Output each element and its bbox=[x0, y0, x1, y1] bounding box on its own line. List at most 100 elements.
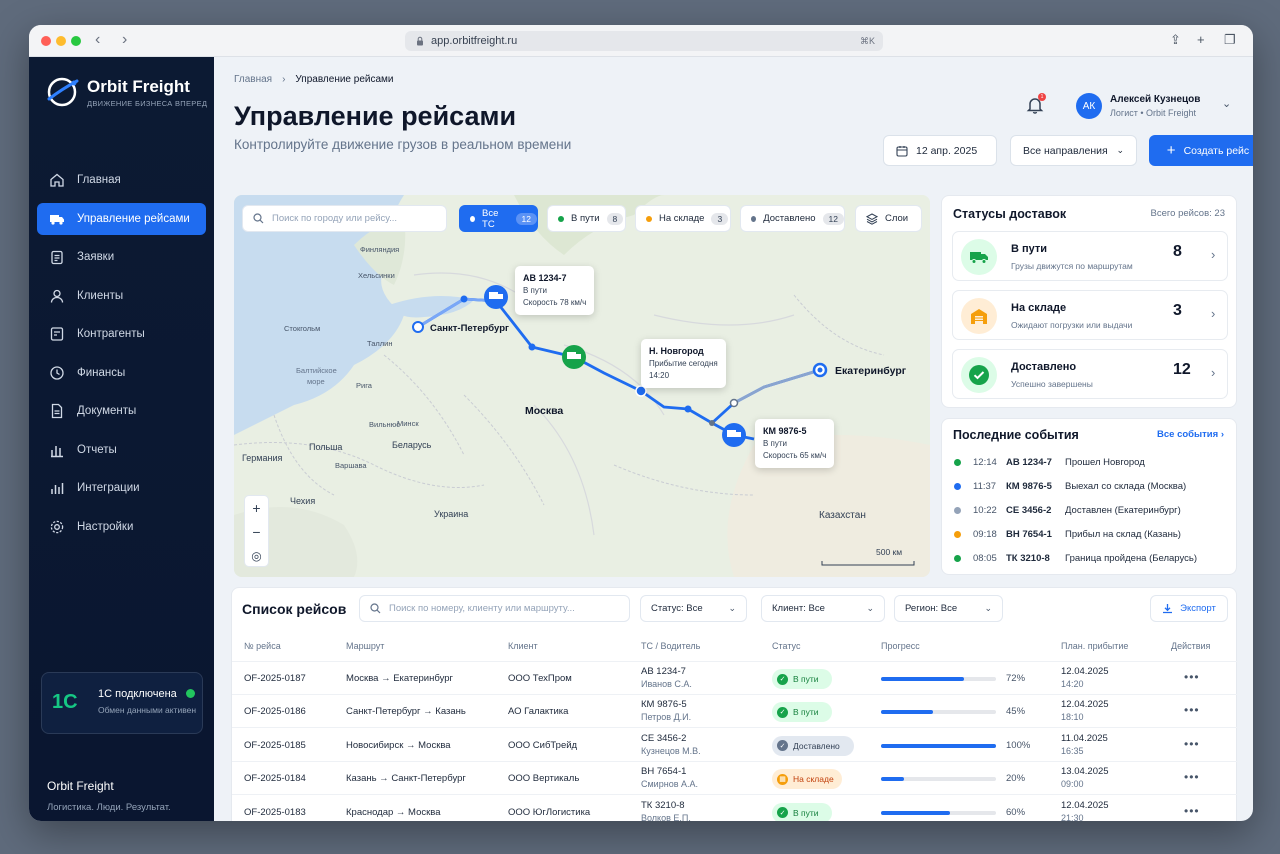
event-item[interactable]: 08:05 ТК 3210-8 Граница пройдена (Белару… bbox=[954, 551, 1197, 565]
popup-line: В пути bbox=[523, 286, 548, 295]
filter-all-vehicles[interactable]: Все ТС 12 bbox=[459, 205, 538, 232]
progress-label: 100% bbox=[1006, 739, 1031, 751]
progress-fill bbox=[881, 810, 950, 815]
new-tab-icon[interactable]: + bbox=[1197, 32, 1205, 47]
user-name[interactable]: Алексей Кузнецов bbox=[1110, 94, 1200, 105]
map-label-riga: Рига bbox=[356, 381, 372, 390]
trip-id[interactable]: OF-2025-0187 bbox=[244, 673, 306, 684]
contract-icon bbox=[50, 327, 64, 341]
sidebar-item-finance[interactable]: Финансы bbox=[37, 357, 206, 389]
map-panel[interactable]: Поиск по городу или рейсу... Все ТС 12 В… bbox=[234, 195, 930, 577]
sidebar-item-home[interactable]: Главная bbox=[37, 164, 206, 196]
event-item[interactable]: 09:18 ВН 7654-1 Прибыл на склад (Казань) bbox=[954, 527, 1181, 541]
event-text: Доставлен (Екатеринбург) bbox=[1065, 504, 1181, 516]
date-picker-button[interactable]: 12 апр. 2025 bbox=[883, 135, 997, 166]
column-header[interactable]: Клиент bbox=[508, 641, 538, 651]
breadcrumb-home[interactable]: Главная bbox=[234, 74, 272, 85]
column-header[interactable]: № рейса bbox=[244, 641, 281, 651]
sidebar-item-integrations[interactable]: Интеграции bbox=[37, 472, 206, 504]
forward-arrow-icon[interactable]: › bbox=[122, 31, 127, 49]
minimize-window-button[interactable] bbox=[56, 36, 66, 46]
status-desc: Грузы движутся по маршрутам bbox=[1011, 261, 1133, 271]
column-header[interactable]: Маршрут bbox=[346, 641, 384, 651]
chevron-down-icon[interactable]: ⌄ bbox=[1222, 97, 1231, 110]
column-header[interactable]: ТС / Водитель bbox=[641, 641, 700, 651]
direction-select[interactable]: Все направления ⌄ bbox=[1010, 135, 1137, 166]
create-trip-button[interactable]: + Создать рейс bbox=[1149, 135, 1253, 166]
address-bar[interactable]: app.orbitfreight.ru ⌘K bbox=[405, 31, 883, 51]
export-button[interactable]: Экспорт bbox=[1150, 595, 1228, 622]
sidebar-item-reports[interactable]: Отчеты bbox=[37, 434, 206, 466]
sidebar-item-settings[interactable]: Настройки bbox=[37, 511, 206, 543]
table-row[interactable]: OF-2025-0184 Казань → Санкт-Петербург ООО … bbox=[232, 762, 1238, 796]
tabs-overview-icon[interactable]: ❐ bbox=[1224, 32, 1236, 48]
back-arrow-icon[interactable]: ‹ bbox=[95, 31, 100, 49]
table-row[interactable]: OF-2025-0183 Краснодар → Москва ООО ЮгЛоги… bbox=[232, 796, 1238, 821]
event-item[interactable]: 11:37 КМ 9876-5 Выехал со склада (Москва… bbox=[954, 479, 1186, 493]
map-label-baltic-sea: Балтийское bbox=[296, 366, 337, 375]
trip-vehicle: АВ 1234-7 Иванов С.А. bbox=[641, 666, 692, 691]
status-filter[interactable]: Статус: Все ⌄ bbox=[640, 595, 747, 622]
trip-id[interactable]: OF-2025-0186 bbox=[244, 706, 306, 717]
avatar[interactable]: АК bbox=[1076, 93, 1102, 119]
map-search-input[interactable]: Поиск по городу или рейсу... bbox=[242, 205, 447, 232]
zoom-out-button[interactable]: − bbox=[245, 520, 268, 544]
filter-count: 12 bbox=[515, 212, 537, 225]
layers-button[interactable]: Слои bbox=[855, 205, 922, 232]
map-label-stockholm: Стокгольм bbox=[284, 324, 321, 333]
all-events-link[interactable]: Все события › bbox=[1157, 429, 1224, 440]
vehicle-popup[interactable]: АВ 1234-7 В пути Скорость 78 км/ч bbox=[515, 266, 595, 315]
waypoint-popup[interactable]: Н. Новгород Прибытие сегодня 14:20 bbox=[641, 339, 726, 388]
filter-warehouse[interactable]: На складе 3 bbox=[635, 205, 731, 232]
sidebar-item-contractors[interactable]: Контрагенты bbox=[37, 318, 206, 350]
layers-icon bbox=[866, 212, 878, 225]
filter-delivered[interactable]: Доставлено 12 bbox=[740, 205, 845, 232]
trips-search-input[interactable]: Поиск по номеру, клиенту или маршруту... bbox=[359, 595, 630, 622]
vehicle-popup[interactable]: КМ 9876-5 В пути Скорость 65 км/ч bbox=[755, 419, 835, 468]
brand-logo[interactable]: Orbit Freight ДВИЖЕНИЕ БИЗНЕСА ВПЕРЕД bbox=[45, 75, 207, 109]
column-header[interactable]: Статус bbox=[772, 641, 800, 651]
more-actions-icon[interactable]: ••• bbox=[1184, 737, 1200, 751]
region-filter[interactable]: Регион: Все ⌄ bbox=[894, 595, 1003, 622]
table-row[interactable]: OF-2025-0185 Новосибирск → Москва ООО СибТ… bbox=[232, 729, 1238, 762]
status-badge-label: В пути bbox=[793, 807, 819, 818]
trip-route: Казань → Санкт-Петербург bbox=[346, 773, 466, 785]
share-icon[interactable]: ⇪ bbox=[1170, 32, 1181, 48]
trip-id[interactable]: OF-2025-0185 bbox=[244, 740, 306, 751]
status-delivered[interactable]: Доставлено Успешно завершены 12 › bbox=[952, 349, 1228, 399]
column-header[interactable]: Прогресс bbox=[881, 641, 920, 651]
trip-id[interactable]: OF-2025-0183 bbox=[244, 807, 306, 818]
sidebar-item-label: Документы bbox=[77, 405, 137, 417]
column-header[interactable]: План. прибытие bbox=[1061, 641, 1128, 651]
sidebar-item-clients[interactable]: Клиенты bbox=[37, 280, 206, 312]
maximize-window-button[interactable] bbox=[71, 36, 81, 46]
more-actions-icon[interactable]: ••• bbox=[1184, 804, 1200, 818]
more-actions-icon[interactable]: ••• bbox=[1184, 770, 1200, 784]
sidebar-item-trips[interactable]: Управление рейсами bbox=[37, 202, 206, 235]
trip-id[interactable]: OF-2025-0184 bbox=[244, 773, 306, 784]
table-row[interactable]: OF-2025-0187 Москва → Екатеринбург ООО Тех… bbox=[232, 662, 1238, 695]
table-row[interactable]: OF-2025-0186 Санкт-Петербург → Казань АО Г… bbox=[232, 695, 1238, 729]
trip-client: ООО ЮгЛогистика bbox=[508, 806, 591, 818]
onec-integration-card[interactable]: 1С 1С подключена Обмен данными активен bbox=[41, 672, 203, 734]
status-in-transit[interactable]: В пути Грузы движутся по маршрутам 8 › bbox=[952, 231, 1228, 281]
locate-icon[interactable]: ◎ bbox=[245, 544, 268, 568]
sidebar-item-requests[interactable]: Заявки bbox=[37, 241, 206, 273]
event-item[interactable]: 12:14 АВ 1234-7 Прошел Новгород bbox=[954, 455, 1145, 469]
calendar-icon bbox=[896, 145, 908, 157]
sidebar-item-label: Контрагенты bbox=[77, 328, 145, 340]
trips-search-placeholder: Поиск по номеру, клиенту или маршруту... bbox=[389, 603, 575, 614]
status-warehouse[interactable]: На складе Ожидают погрузки или выдачи 3 … bbox=[952, 290, 1228, 340]
chevron-right-icon: › bbox=[1211, 247, 1216, 262]
driver-name: Волков Е.П. bbox=[641, 812, 691, 821]
zoom-in-button[interactable]: + bbox=[245, 496, 268, 520]
event-item[interactable]: 10:22 СЕ 3456-2 Доставлен (Екатеринбург) bbox=[954, 503, 1181, 517]
sidebar-item-documents[interactable]: Документы bbox=[37, 395, 206, 427]
more-actions-icon[interactable]: ••• bbox=[1184, 703, 1200, 717]
breadcrumb-current: Управление рейсами bbox=[295, 74, 394, 85]
client-filter[interactable]: Клиент: Все ⌄ bbox=[761, 595, 885, 622]
filter-dot bbox=[558, 215, 564, 222]
more-actions-icon[interactable]: ••• bbox=[1184, 670, 1200, 684]
close-window-button[interactable] bbox=[41, 36, 51, 46]
filter-in-transit[interactable]: В пути 8 bbox=[547, 205, 626, 232]
